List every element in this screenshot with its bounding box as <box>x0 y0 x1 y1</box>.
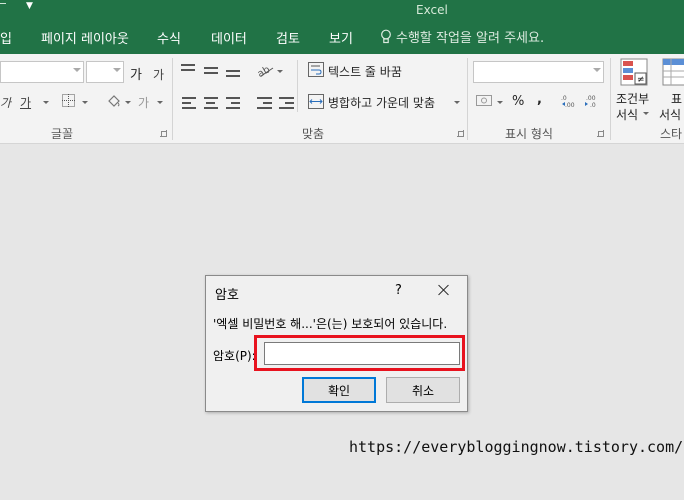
increase-decimal-icon[interactable]: .0 .00 <box>561 94 579 108</box>
orientation-dropdown-icon[interactable] <box>277 70 283 73</box>
quick-access-customize-icon[interactable]: ▼ <box>26 1 33 11</box>
number-format-combo[interactable] <box>473 61 604 83</box>
font-name-combo[interactable] <box>0 61 84 83</box>
format-as-table-icon[interactable] <box>662 58 684 86</box>
underline-dropdown-icon[interactable] <box>43 101 49 104</box>
accounting-format-icon[interactable] <box>476 93 492 107</box>
merge-dropdown-icon[interactable] <box>454 101 460 104</box>
svg-text:.00: .00 <box>586 95 596 102</box>
conditional-formatting-icon[interactable]: ≠ <box>620 58 648 86</box>
ribbon: 가 가 가 가 가 글꼴 ab 텍스트 줄 바꿈 병합하고 가운데 맞춤 맞춤 … <box>0 54 684 144</box>
watermark-url: https://everybloggingnow.tistory.com/ <box>349 438 684 456</box>
percent-style-button[interactable]: % <box>512 94 524 109</box>
close-icon[interactable] <box>434 280 454 300</box>
number-group-label: 표시 형식 <box>505 127 553 141</box>
format-as-table-label-1[interactable]: 표 <box>671 90 682 107</box>
format-as-table-label-2[interactable]: 서식 <box>659 106 681 123</box>
merge-center-button[interactable]: 병합하고 가운데 맞춤 <box>328 94 435 111</box>
fill-color-dropdown-icon[interactable] <box>125 101 131 104</box>
title-bar: ▼ Excel 입 페이지 레이아웃 수식 데이터 검토 보기 수행할 작업을 … <box>0 0 684 54</box>
group-divider <box>467 58 468 140</box>
svg-text:.0: .0 <box>561 95 567 102</box>
decrease-indent-icon[interactable] <box>257 97 272 112</box>
align-left-icon[interactable] <box>182 97 196 112</box>
dialog-title: 암호 <box>215 288 239 303</box>
alignment-dialog-launcher-icon[interactable] <box>457 130 464 137</box>
orientation-icon[interactable]: ab <box>257 63 275 77</box>
grow-font-button[interactable]: 가 <box>130 64 142 83</box>
password-dialog: 암호 ? '엑셀 비밀번호 해...'은(는) 보호되어 있습니다. 암호(P)… <box>205 275 468 412</box>
tab-insert[interactable]: 입 <box>0 28 12 47</box>
protection-message: '엑셀 비밀번호 해...'은(는) 보호되어 있습니다. <box>213 317 448 331</box>
alignment-group-label: 맞춤 <box>302 127 325 141</box>
highlight-box <box>254 335 465 371</box>
wrap-text-icon[interactable] <box>308 62 324 77</box>
font-dialog-launcher-icon[interactable] <box>160 130 167 137</box>
tab-data[interactable]: 데이터 <box>211 28 247 47</box>
conditional-formatting-label-2[interactable]: 서식 <box>616 106 638 123</box>
conditional-formatting-label-1[interactable]: 조건부 <box>616 90 649 107</box>
wrap-text-button[interactable]: 텍스트 줄 바꿈 <box>328 63 402 80</box>
accounting-dropdown-icon[interactable] <box>497 101 503 104</box>
align-top-icon[interactable] <box>181 64 195 74</box>
font-group-label: 글꼴 <box>51 127 74 141</box>
align-bottom-icon[interactable] <box>226 70 240 80</box>
decrease-decimal-icon[interactable]: .00 .0 <box>584 94 602 108</box>
group-divider <box>172 58 173 140</box>
svg-text:.00: .00 <box>565 102 575 108</box>
quick-access-toolbar[interactable] <box>0 3 6 4</box>
tab-formulas[interactable]: 수식 <box>157 28 181 47</box>
borders-dropdown-icon[interactable] <box>82 101 88 104</box>
number-dialog-launcher-icon[interactable] <box>597 130 604 137</box>
underline-button[interactable]: 가 <box>20 94 31 111</box>
styles-group-label: 스타 <box>660 127 683 141</box>
tab-review[interactable]: 검토 <box>276 28 300 47</box>
increase-indent-icon[interactable] <box>279 97 294 112</box>
ok-button[interactable]: 확인 <box>302 377 376 403</box>
font-size-combo[interactable] <box>86 61 124 83</box>
cancel-button[interactable]: 취소 <box>386 377 460 403</box>
svg-text:≠: ≠ <box>637 75 645 85</box>
align-middle-icon[interactable] <box>204 67 218 77</box>
align-right-icon[interactable] <box>226 97 240 112</box>
svg-text:.0: .0 <box>590 102 596 108</box>
tab-view[interactable]: 보기 <box>329 28 353 47</box>
tell-me-text: 수행할 작업을 알려 주세요. <box>396 31 545 46</box>
shrink-font-button[interactable]: 가 <box>153 66 164 83</box>
tell-me-search[interactable]: 수행할 작업을 알려 주세요. <box>380 27 544 46</box>
help-button[interactable]: ? <box>395 283 402 298</box>
tab-page-layout[interactable]: 페이지 레이아웃 <box>41 28 129 47</box>
borders-icon[interactable] <box>62 94 75 107</box>
align-center-icon[interactable] <box>204 97 218 112</box>
fill-color-icon[interactable] <box>106 93 121 108</box>
group-divider <box>610 58 611 140</box>
conditional-formatting-dropdown-icon[interactable] <box>643 112 649 115</box>
italic-button[interactable]: 가 <box>0 94 11 111</box>
password-label: 암호(P): <box>213 349 256 363</box>
font-color-button[interactable]: 가 <box>138 94 149 111</box>
comma-style-button[interactable]: , <box>537 92 542 107</box>
lightbulb-icon <box>381 29 391 44</box>
divider <box>297 60 298 112</box>
font-color-dropdown-icon[interactable] <box>157 101 163 104</box>
merge-center-icon[interactable] <box>308 94 324 109</box>
app-title: Excel <box>416 3 448 17</box>
